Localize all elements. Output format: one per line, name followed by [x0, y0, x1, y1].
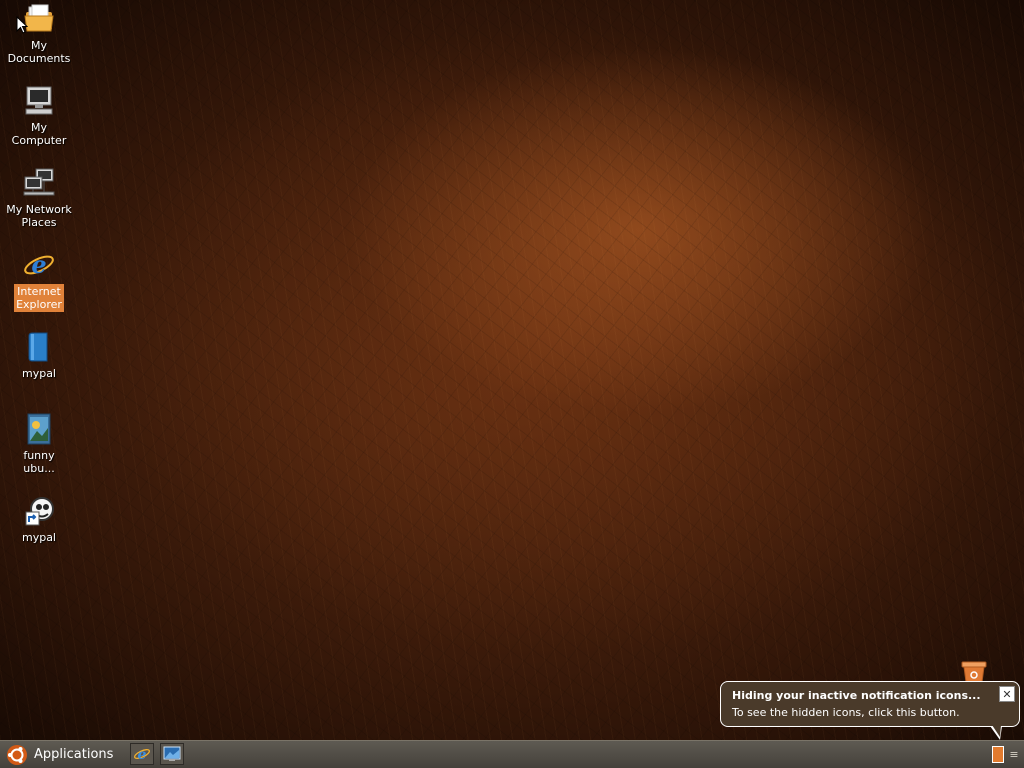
svg-text:e: e	[31, 250, 46, 279]
notification-text: To see the hidden icons, click this butt…	[732, 706, 960, 719]
desktop-icon-label: Internet Explorer	[14, 284, 64, 312]
show-desktop-icon	[163, 746, 181, 761]
applications-menu-button[interactable]: Applications	[4, 743, 121, 766]
desktop-icon-my-computer[interactable]: My Computer	[4, 84, 74, 148]
notification-title: Hiding your inactive notification icons.…	[732, 689, 981, 702]
mouse-cursor-icon	[16, 16, 28, 34]
tray-expand-button[interactable]: ≡	[1008, 747, 1020, 763]
desktop-icon-my-network-places[interactable]: My Network Places	[4, 166, 74, 230]
desktop-icon-label: funny ubu...	[23, 449, 55, 475]
desktop-icon-label: My Computer	[11, 121, 67, 147]
tray-notification-icon[interactable]	[992, 746, 1004, 763]
taskbar: Applications e ≡	[0, 740, 1024, 768]
desktop-icon-label: mypal	[21, 531, 56, 544]
quicklaunch-internet-explorer[interactable]: e	[130, 743, 154, 765]
recycle-bin-icon[interactable]	[960, 660, 988, 682]
mypal-shortcut-icon	[25, 497, 54, 526]
desktop-background[interactable]: My Documents My Computer My Network Plac…	[0, 0, 1024, 740]
desktop-icon-mypal-shortcut[interactable]: mypal	[4, 494, 74, 545]
desktop-icon-mypal[interactable]: mypal	[4, 330, 74, 381]
desktop-icon-my-documents[interactable]: My Documents	[4, 2, 74, 66]
notification-balloon: Hiding your inactive notification icons.…	[720, 681, 1020, 727]
internet-explorer-icon: e	[133, 747, 151, 763]
network-places-icon	[23, 168, 55, 196]
image-file-icon	[27, 413, 51, 445]
internet-explorer-icon: e	[24, 250, 54, 279]
desktop-icon-label: My Documents	[7, 39, 71, 65]
ubuntu-logo-icon	[7, 744, 27, 765]
desktop-icon-funny-ubu[interactable]: funny ubu...	[4, 412, 74, 476]
close-icon[interactable]: ✕	[999, 686, 1015, 702]
desktop-icon-internet-explorer[interactable]: e Internet Explorer	[4, 248, 74, 312]
svg-text:e: e	[138, 747, 147, 763]
desktop-icon-label: mypal	[21, 367, 56, 380]
computer-icon	[25, 86, 53, 115]
quicklaunch-show-desktop[interactable]	[160, 743, 184, 765]
notification-balloon-tail	[990, 725, 1002, 740]
desktop-icon-label: My Network Places	[6, 203, 72, 229]
applications-menu-label: Applications	[34, 747, 114, 762]
mypal-book-icon	[28, 332, 48, 362]
